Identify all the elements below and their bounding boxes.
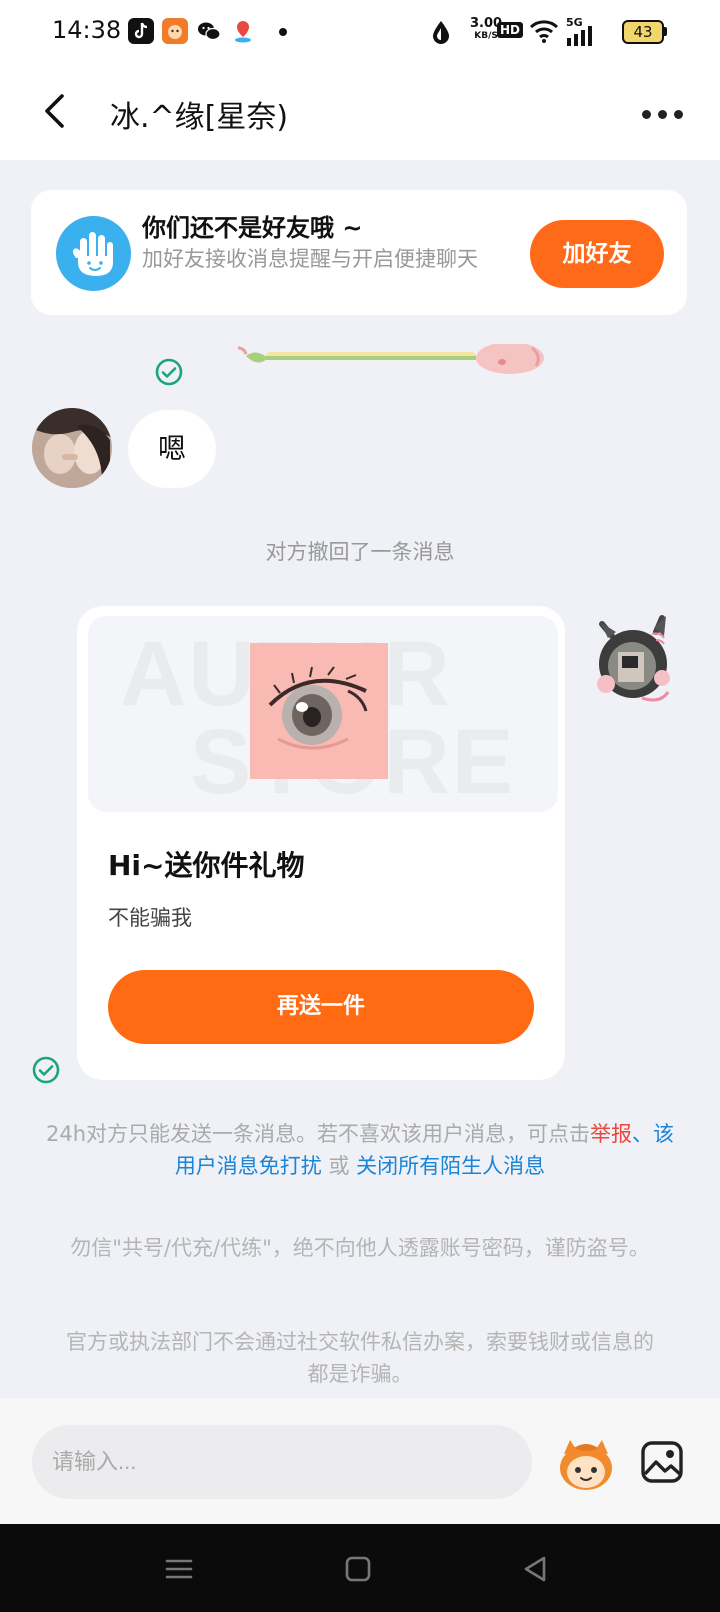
limit-notice-text: 24h对方只能发送一条消息。若不喜欢该用户消息，可点击 — [45, 1122, 591, 1146]
chat-header — [0, 64, 720, 160]
recall-notice: 对方撤回了一条消息 — [265, 540, 455, 564]
app-icon — [162, 18, 188, 44]
hand-wave-icon — [56, 216, 131, 291]
gift-eye-image — [250, 643, 388, 779]
hd-badge: HD — [497, 22, 524, 38]
close-stranger-messages-link[interactable]: 关闭所有陌生人消息 — [356, 1154, 545, 1178]
battery-icon: 43 — [622, 20, 664, 44]
read-check-icon — [32, 1056, 60, 1084]
security-notice-1: 勿信"共号/代充/代练"，绝不向他人透露账号密码，谨防盗号。 — [70, 1236, 650, 1260]
report-link[interactable]: 举报 — [590, 1122, 632, 1146]
status-time: 14:38 — [52, 16, 122, 44]
back-button[interactable] — [36, 88, 76, 134]
friend-banner-subtitle: 加好友接收消息提醒与开启便捷聊天 — [142, 247, 478, 271]
battery-tip — [664, 27, 667, 36]
sticker-image[interactable] — [232, 342, 562, 384]
gift-subtitle: 不能骗我 — [108, 906, 192, 930]
more-dot-icon — [674, 110, 683, 119]
security-notice-2: 官方或执法部门不会通过社交软件私信办案，索要钱财或信息的都是诈骗。 — [66, 1330, 654, 1386]
drop-icon — [430, 18, 452, 46]
send-another-gift-button[interactable]: 再送一件 — [108, 970, 534, 1044]
read-check-icon — [155, 358, 183, 386]
friend-banner-title: 你们还不是好友哦 ~ — [142, 214, 363, 242]
message-limit-notice: 24h对方只能发送一条消息。若不喜欢该用户消息，可点击举报、该用户消息免打扰 或… — [44, 1118, 676, 1182]
menu-nav-icon[interactable] — [162, 1552, 196, 1586]
add-friend-button[interactable]: 加好友 — [530, 220, 664, 288]
back-nav-icon[interactable] — [518, 1552, 552, 1586]
location-app-icon — [230, 18, 256, 44]
emoji-mascot-button[interactable] — [556, 1436, 616, 1492]
wifi-icon — [528, 18, 560, 44]
signal-icon — [566, 26, 598, 46]
home-nav-icon[interactable] — [341, 1552, 375, 1586]
gift-title: Hi~送你件礼物 — [108, 849, 305, 882]
more-dot-icon — [642, 110, 651, 119]
message-input[interactable] — [32, 1425, 532, 1499]
tiktok-icon — [128, 18, 154, 44]
sender-avatar[interactable] — [32, 408, 112, 488]
chat-title: 冰.^缘[星奈) — [110, 100, 289, 135]
more-options-button[interactable] — [640, 98, 684, 128]
dot-icon — [279, 28, 287, 36]
or-text: 或 — [321, 1154, 357, 1178]
more-dot-icon — [658, 110, 667, 119]
wechat-icon — [196, 18, 222, 44]
my-avatar[interactable] — [592, 614, 674, 710]
image-icon[interactable] — [640, 1440, 684, 1484]
separator-text: 、 — [632, 1122, 654, 1146]
received-message-bubble[interactable]: 嗯 — [128, 410, 216, 488]
